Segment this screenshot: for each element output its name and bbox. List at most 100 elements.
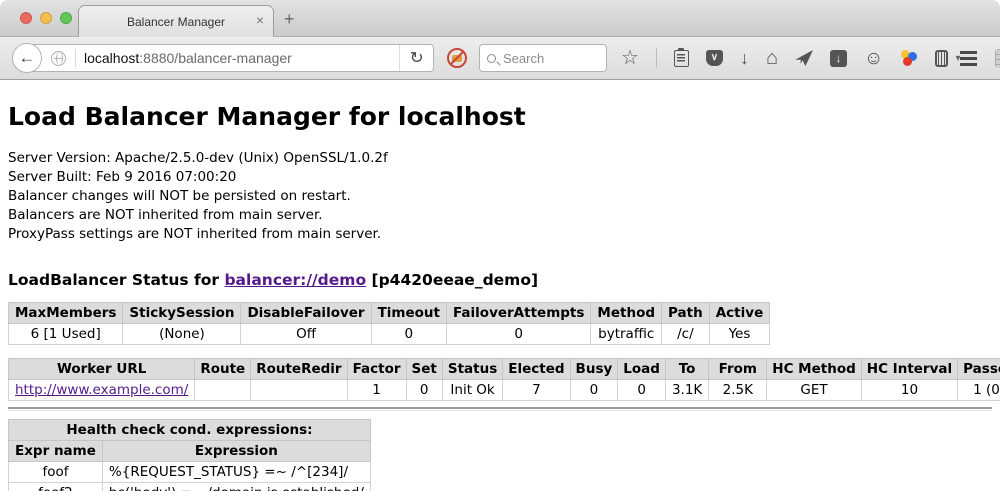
send-page-icon[interactable] xyxy=(795,50,813,66)
worker-url-link[interactable]: http://www.example.com/ xyxy=(15,382,188,398)
bookmark-star-icon[interactable]: ☆ xyxy=(621,48,639,68)
expr-name-cell: foof2 xyxy=(9,483,103,491)
search-icon xyxy=(487,54,496,63)
expr-row: foof2 hc('body') =~ /domain is establish… xyxy=(9,483,371,491)
reload-button[interactable]: ↻ xyxy=(399,45,433,71)
pocket-icon[interactable]: ∨ xyxy=(706,50,723,66)
maxmembers-cell: 6 [1 Used] xyxy=(9,324,123,345)
path-cell: /c/ xyxy=(662,324,710,345)
divider xyxy=(75,49,76,67)
divider xyxy=(656,48,657,68)
col-header: HC Method xyxy=(767,359,862,380)
note-line: Balancer changes will NOT be persisted o… xyxy=(8,187,992,206)
navigation-toolbar: ← localhost:8880/balancer-manager ↻ ☆ ∨ … xyxy=(0,37,1000,80)
col-header: Active xyxy=(709,303,770,324)
content-blocker-icon[interactable] xyxy=(447,48,467,68)
extension-download-icon[interactable]: ↓ xyxy=(830,50,847,67)
tab-balancer-manager[interactable]: Balancer Manager × xyxy=(78,5,274,38)
expression-cell: hc('body') =~ /domain is established/ xyxy=(102,483,370,491)
server-info: Server Version: Apache/2.5.0-dev (Unix) … xyxy=(8,149,992,244)
health-check-table: Health check cond. expressions: Expr nam… xyxy=(8,419,371,491)
page-title: Load Balancer Manager for localhost xyxy=(8,102,992,131)
route-cell xyxy=(195,380,251,401)
disablefailover-cell: Off xyxy=(241,324,371,345)
server-version-line: Server Version: Apache/2.5.0-dev (Unix) … xyxy=(8,149,992,168)
worker-row: http://www.example.com/ 1 0 Init Ok 7 0 … xyxy=(9,380,1000,401)
zoom-window-button[interactable] xyxy=(60,12,72,24)
failoverattempts-cell: 0 xyxy=(447,324,591,345)
url-text[interactable]: localhost:8880/balancer-manager xyxy=(84,50,399,66)
status-cell: Init Ok xyxy=(442,380,502,401)
table-row: 6 [1 Used] (None) Off 0 0 bytraffic /c/ … xyxy=(9,324,770,345)
col-header: Busy xyxy=(570,359,618,380)
expression-cell: %{REQUEST_STATUS} =~ /^[234]/ xyxy=(102,462,370,483)
set-cell: 0 xyxy=(406,380,442,401)
tab-close-icon[interactable]: × xyxy=(256,13,264,27)
worker-table: Worker URL Route RouteRedir Factor Set S… xyxy=(8,358,1000,401)
tab-groups-icon[interactable] xyxy=(995,49,1000,68)
col-header: Status xyxy=(442,359,502,380)
page-content: Load Balancer Manager for localhost Serv… xyxy=(0,80,1000,490)
col-header: Set xyxy=(406,359,442,380)
back-button[interactable]: ← xyxy=(12,43,42,73)
url-bar[interactable]: localhost:8880/balancer-manager ↻ xyxy=(26,44,434,72)
menu-group xyxy=(960,49,1000,68)
col-header: Route xyxy=(195,359,251,380)
divider xyxy=(8,407,992,411)
toolbar-icons: ☆ ∨ ↓ ⌂ ↓ ☺ ▾ xyxy=(621,48,960,68)
to-cell: 3.1K xyxy=(665,380,708,401)
col-header: Path xyxy=(662,303,710,324)
menu-icon[interactable] xyxy=(960,51,977,66)
col-header: FailoverAttempts xyxy=(447,303,591,324)
col-header: StickySession xyxy=(123,303,241,324)
routeredir-cell xyxy=(251,380,347,401)
globe-icon xyxy=(51,51,66,66)
status-suffix: [p4420eeae_demo] xyxy=(372,271,539,289)
back-icon: ← xyxy=(19,48,36,68)
search-input[interactable] xyxy=(503,51,593,66)
home-icon[interactable]: ⌂ xyxy=(766,48,778,68)
active-cell: Yes xyxy=(709,324,770,345)
downloads-icon[interactable]: ↓ xyxy=(740,49,749,67)
from-cell: 2.5K xyxy=(709,380,767,401)
status-prefix: LoadBalancer Status for xyxy=(8,271,219,289)
browser-window: Balancer Manager × + ← localhost:8880/ba… xyxy=(0,0,1000,491)
balancer-status-heading: LoadBalancer Status for balancer://demo … xyxy=(8,271,992,289)
passes-cell: 1 (0) xyxy=(958,380,1000,401)
url-path: :8880/balancer-manager xyxy=(139,50,292,66)
color-dots-extension-icon[interactable] xyxy=(900,49,918,67)
blocked-plugin-glyph xyxy=(452,55,462,62)
clipboard-icon[interactable] xyxy=(674,50,689,67)
tab-bar: Balancer Manager × + xyxy=(0,0,1000,37)
new-tab-button[interactable]: + xyxy=(284,10,295,28)
table-title-row: Health check cond. expressions: xyxy=(9,420,371,441)
hc-method-cell: GET xyxy=(767,380,862,401)
factor-cell: 1 xyxy=(347,380,406,401)
table-header-row: MaxMembers StickySession DisableFailover… xyxy=(9,303,770,324)
expr-name-cell: foof xyxy=(9,462,103,483)
col-header: From xyxy=(709,359,767,380)
table-header-row: Worker URL Route RouteRedir Factor Set S… xyxy=(9,359,1000,380)
health-table-title: Health check cond. expressions: xyxy=(9,420,371,441)
col-header: DisableFailover xyxy=(241,303,371,324)
note-line: Balancers are NOT inherited from main se… xyxy=(8,206,992,225)
elected-cell: 7 xyxy=(503,380,570,401)
server-built-line: Server Built: Feb 9 2016 07:00:20 xyxy=(8,168,992,187)
reload-icon: ↻ xyxy=(409,48,423,68)
url-domain: localhost xyxy=(84,50,139,66)
col-header: Load xyxy=(618,359,666,380)
col-header: Passes xyxy=(958,359,1000,380)
balancer-link[interactable]: balancer://demo xyxy=(224,271,366,289)
search-field[interactable] xyxy=(479,44,607,72)
container-icon[interactable] xyxy=(935,50,948,67)
col-header: HC Interval xyxy=(861,359,957,380)
minimize-window-button[interactable] xyxy=(40,12,52,24)
tab-title: Balancer Manager xyxy=(127,15,225,29)
col-header: Elected xyxy=(503,359,570,380)
close-window-button[interactable] xyxy=(20,12,32,24)
busy-cell: 0 xyxy=(570,380,618,401)
load-cell: 0 xyxy=(618,380,666,401)
stickysession-cell: (None) xyxy=(123,324,241,345)
chat-smiley-icon[interactable]: ☺ xyxy=(864,49,883,68)
col-header: Worker URL xyxy=(9,359,195,380)
